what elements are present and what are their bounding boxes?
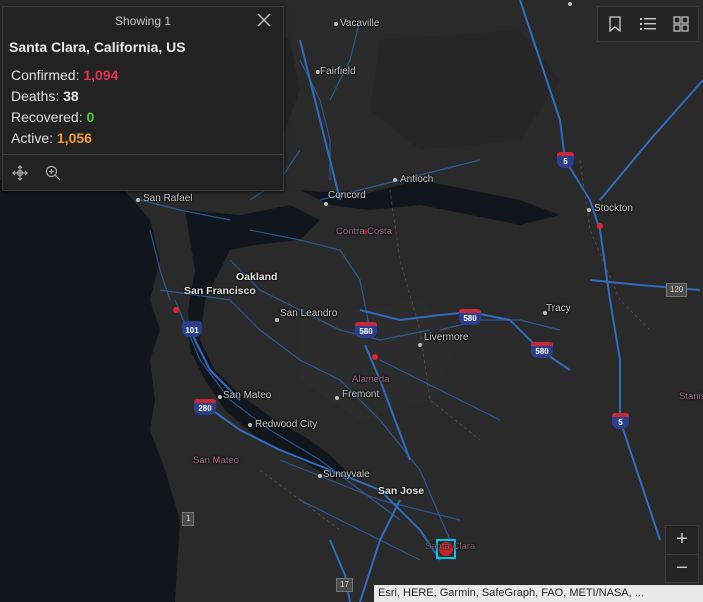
interstate-shield: 280	[194, 399, 216, 417]
map-label-sunnyvale: Sunnyvale	[323, 469, 370, 480]
stat-deaths: Deaths: 38	[11, 86, 118, 107]
shield-number: 580	[459, 313, 481, 325]
map-label-san-francisco: San Francisco	[184, 285, 256, 297]
map-label-san-jose: San Jose	[378, 485, 425, 497]
map-attribution[interactable]: Esri, HERE, Garmin, SafeGraph, FAO, METI…	[374, 585, 703, 602]
pan-icon[interactable]	[12, 165, 30, 183]
shield-number: 580	[355, 326, 377, 338]
map-label-san-leandro: San Leandro	[280, 308, 338, 319]
popup-feature-count: Showing 1	[114, 14, 172, 28]
shield-number: 5	[557, 156, 574, 168]
map-label-fairfield: Fairfield	[320, 66, 356, 77]
stat-recovered: Recovered: 0	[11, 107, 118, 128]
map-label-stanislaus: Stanis	[679, 391, 703, 402]
zoom-control: + −	[665, 525, 699, 583]
map-label-antioch: Antioch	[400, 174, 434, 185]
stat-value: 1,056	[56, 130, 92, 146]
stat-active: Active: 1,056	[11, 128, 118, 149]
interstate-shield: 580	[355, 322, 377, 340]
zoom-in-button[interactable]: +	[666, 526, 698, 554]
map-label-redwood-city: Redwood City	[255, 419, 318, 430]
state-route-shield: 120	[666, 283, 688, 297]
map-label-livermore: Livermore	[424, 332, 469, 343]
popup-divider	[3, 154, 283, 155]
shield-number: 280	[194, 403, 216, 415]
popup-title: Santa Clara, California, US	[9, 39, 186, 55]
stat-confirmed: Confirmed: 1,094	[11, 65, 118, 86]
stat-label: Recovered:	[11, 109, 83, 125]
map-label-alameda: Alameda	[352, 374, 390, 385]
stat-label: Confirmed:	[11, 67, 80, 83]
basemap-gallery-icon[interactable]	[665, 7, 698, 41]
zoom-out-button[interactable]: −	[666, 554, 698, 583]
feature-popup: Showing 1 Santa Clara, California, US Co…	[2, 6, 284, 191]
state-route-shield: 1	[182, 512, 195, 526]
close-icon[interactable]	[257, 12, 271, 30]
popup-stats: Confirmed: 1,094 Deaths: 38 Recovered: 0…	[11, 65, 118, 149]
state-route-shield: 17	[336, 578, 353, 592]
map-label-vacaville: Vacaville	[340, 18, 380, 29]
interstate-shield: 5	[612, 413, 629, 431]
popup-header: Showing 1	[3, 7, 283, 35]
stat-value: 1,094	[83, 67, 119, 83]
stat-value: 0	[86, 109, 95, 125]
map-label-san-mateo-county: San Mateo	[193, 455, 239, 466]
map-label-contra-costa: Contra Costa	[336, 226, 392, 237]
map-label-stockton: Stockton	[594, 203, 633, 214]
map-toolbar	[597, 6, 699, 42]
stat-label: Deaths:	[11, 88, 60, 104]
map-label-oakland: Oakland	[236, 271, 278, 283]
us-route-shield: 101	[182, 321, 202, 339]
map-label-fremont: Fremont	[342, 389, 380, 400]
map-label-san-mateo-city: San Mateo	[223, 390, 272, 401]
zoom-to-icon[interactable]	[45, 165, 63, 183]
stat-label: Active:	[11, 130, 54, 146]
shield-number: 101	[182, 325, 202, 337]
map-label-tracy: Tracy	[546, 303, 571, 314]
stat-value: 38	[63, 88, 79, 104]
legend-list-icon[interactable]	[631, 7, 664, 41]
map-label-san-rafael: San Rafael	[143, 193, 193, 204]
shield-number: 580	[531, 346, 553, 358]
bookmark-icon[interactable]	[598, 7, 631, 41]
interstate-shield: 580	[459, 309, 481, 327]
map-label-concord: Concord	[328, 190, 366, 201]
shield-number: 5	[612, 417, 629, 429]
interstate-shield: 5	[557, 152, 574, 170]
interstate-shield: 580	[531, 342, 553, 360]
map-label-santa-clara: Santa Clara	[425, 541, 476, 552]
